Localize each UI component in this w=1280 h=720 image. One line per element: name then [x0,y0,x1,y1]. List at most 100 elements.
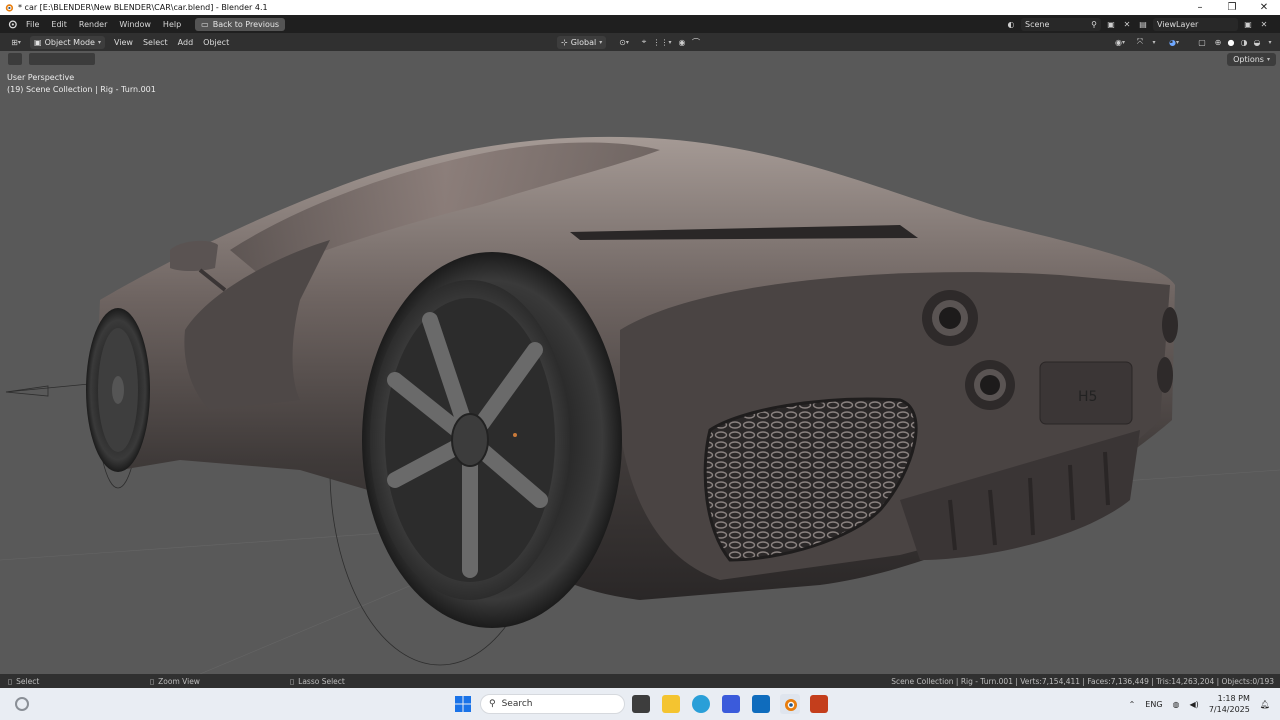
status-select-hint: ▯ Select [8,677,39,686]
gizmo-icon[interactable]: ⤧ [1134,36,1146,48]
outlook-icon[interactable] [752,695,770,713]
rear-wheel [362,252,622,628]
perspective-label: User Perspective [7,73,75,82]
chevron-down-icon: ▾ [97,38,101,46]
blender-top-bar: File Edit Render Window Help ▭ Back to P… [0,15,1280,33]
collection-label: (19) Scene Collection | Rig - Turn.001 [7,85,156,94]
snap-icon[interactable]: ⌖ [638,36,650,48]
edge-icon[interactable] [692,695,710,713]
back-to-previous-button[interactable]: ▭ Back to Previous [195,17,286,31]
visibility-icon[interactable]: ◉ ▾ [1110,36,1130,48]
selection-mode-buttons[interactable] [29,53,95,65]
menu-render[interactable]: Render [73,20,113,29]
editor-type-icon[interactable]: ⊞ ▾ [6,36,26,48]
maximize-button[interactable]: ❐ [1216,0,1248,15]
clock[interactable]: 1:18 PM 7/14/2025 [1209,693,1250,715]
delete-scene-icon[interactable]: ✕ [1121,18,1133,30]
search-icon: ⚲ [489,699,496,709]
options-dropdown[interactable]: Options ▾ [1227,53,1276,66]
menu-edit[interactable]: Edit [45,20,73,29]
window-title-bar: * car [E:\BLENDER\New BLENDER\CAR\car.bl… [0,0,1280,15]
scene-icon[interactable]: ◐ [1005,18,1017,30]
powerpoint-icon[interactable] [810,695,828,713]
minimize-button[interactable]: – [1184,0,1216,15]
menu-window[interactable]: Window [113,20,157,29]
system-tray: ⌃ ENG ◍ ◀) 1:18 PM 7/14/2025 🔔︎ [1129,688,1270,720]
transform-orientation-dropdown[interactable]: ⊹ Global ▾ [557,35,607,49]
menu-file[interactable]: File [20,20,45,29]
taskbar-search[interactable]: ⚲ Search [480,694,625,714]
menu-object[interactable]: Object [198,38,234,47]
pivot-point-icon[interactable]: ⊙ ▾ [614,36,634,48]
file-explorer-icon[interactable] [662,695,680,713]
car-body: H5 [95,136,1178,600]
menu-add[interactable]: Add [173,38,199,47]
window-title: * car [E:\BLENDER\New BLENDER\CAR\car.bl… [18,3,268,12]
rear-emblem-text: H5 [1078,389,1097,405]
mouse-left-icon: ▯ [8,676,13,686]
scene-field[interactable]: Scene ⚲ [1021,17,1101,31]
menu-help[interactable]: Help [157,20,187,29]
material-shading-icon[interactable]: ◑ [1238,36,1250,48]
store-icon[interactable] [722,695,740,713]
mouse-middle-icon: ▯ [150,676,155,686]
rendered-shading-icon[interactable]: ◒ [1251,36,1263,48]
proportional-edit-icon[interactable]: ◉ [676,36,688,48]
options-label: Options [1233,55,1264,64]
3d-viewport[interactable]: H5 User Perspective (19) Scene Collectio… [0,51,1280,674]
back-to-previous-label: Back to Previous [212,19,280,29]
scene-statistics: Scene Collection | Rig - Turn.001 | Vert… [891,676,1274,686]
select-tool-button[interactable] [8,53,22,65]
clock-time: 1:18 PM [1217,694,1250,703]
blender-menu-icon[interactable] [4,18,20,30]
viewport-header: ⊞ ▾ ▣ Object Mode ▾ View Select Add Objec… [0,33,1280,51]
shading-dropdown-icon[interactable]: ▾ [1264,36,1276,48]
start-menu-icon[interactable] [454,695,472,713]
orientation-icon: ⊹ [561,37,568,47]
xray-icon[interactable]: ▢ [1196,36,1208,48]
language-indicator[interactable]: ENG [1145,700,1162,709]
falloff-icon[interactable]: ⌒ [690,36,702,48]
view-layer-field[interactable]: ViewLayer [1153,17,1238,31]
status-select-label: Select [16,676,40,686]
clock-date: 7/14/2025 [1208,705,1250,714]
transform-orientation-label: Global [570,37,597,47]
wireframe-shading-icon[interactable]: ⊕ [1212,36,1224,48]
snap-target-icon[interactable]: ⋮⋮ ▾ [652,36,672,48]
blender-logo-icon [0,0,16,15]
chevron-down-icon: ▾ [1266,56,1270,63]
network-icon[interactable]: ◍ [1173,700,1180,709]
status-bar: ▯ Select ▯ Zoom View ▯ Lasso Select Scen… [0,674,1280,688]
notifications-icon[interactable]: 🔔︎ [1260,700,1270,709]
object-mode-dropdown[interactable]: ▣ Object Mode ▾ [30,35,105,49]
car-model-render: H5 [0,136,1280,674]
volume-icon[interactable]: ◀) [1190,700,1199,709]
mouse-right-icon: ▯ [290,676,295,686]
status-lasso-label: Lasso Select [298,676,345,686]
status-lasso-hint: ▯ Lasso Select [290,677,345,686]
new-scene-icon[interactable]: ▣ [1105,18,1117,30]
scene-name: Scene [1025,19,1050,29]
solid-shading-icon[interactable]: ● [1225,36,1237,48]
menu-select[interactable]: Select [138,38,173,47]
view-layer-name: ViewLayer [1157,19,1199,29]
windows-taskbar: ⚲ Search ⌃ ENG ◍ ◀) 1:18 PM 7/14/2025 🔔︎ [0,688,1280,720]
screen-icon: ▭ [201,19,209,29]
close-button[interactable]: ✕ [1248,0,1280,15]
blender-taskbar-icon[interactable] [780,694,800,714]
object-mode-icon: ▣ [34,37,42,47]
pin-icon: ⚲ [1091,19,1097,29]
status-zoom-label: Zoom View [158,676,200,686]
widgets-icon[interactable] [14,696,30,712]
delete-view-layer-icon[interactable]: ✕ [1258,18,1270,30]
task-view-icon[interactable] [632,695,650,713]
view-layer-icon[interactable]: ▤ [1137,18,1149,30]
menu-view[interactable]: View [109,38,138,47]
chevron-down-icon: ▾ [599,38,603,46]
show-hidden-icons-icon[interactable]: ⌃ [1129,700,1136,709]
status-zoom-hint: ▯ Zoom View [150,677,200,686]
gizmo-dropdown-icon[interactable]: ▾ [1148,36,1160,48]
search-placeholder: Search [501,699,533,709]
overlays-icon[interactable]: ◕ ▾ [1164,36,1184,48]
new-view-layer-icon[interactable]: ▣ [1242,18,1254,30]
